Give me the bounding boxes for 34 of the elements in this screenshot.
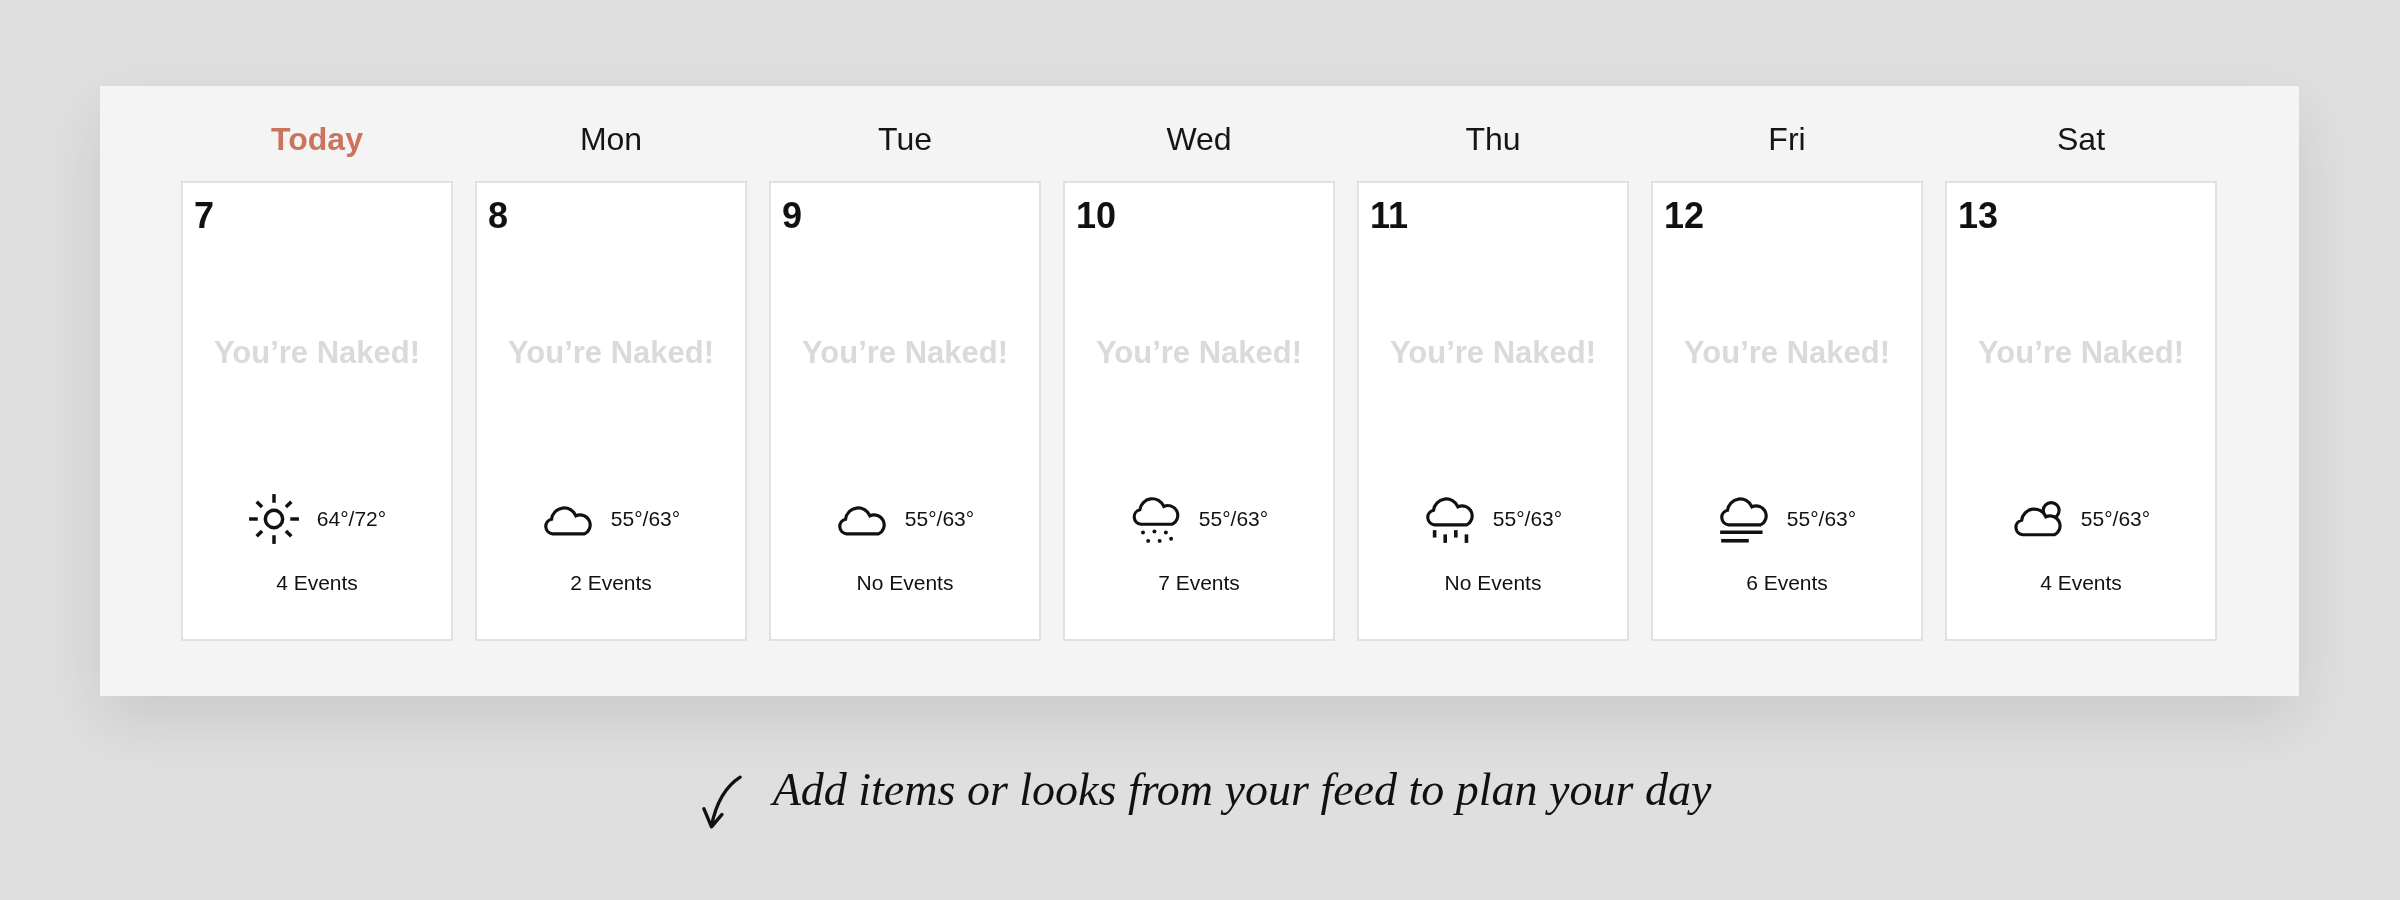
day-number: 11 [1370, 196, 1409, 236]
event-count: 4 Events [276, 570, 358, 596]
day-number: 9 [782, 196, 803, 236]
day-label: Fri [1768, 120, 1806, 159]
event-count: No Events [1444, 570, 1542, 596]
temperature: 64°/72° [316, 507, 387, 531]
cloud-sun-icon [2011, 499, 2064, 539]
temperature: 55°/63° [1492, 507, 1563, 531]
temperature: 55°/63° [2080, 507, 2151, 531]
day-number: 10 [1076, 196, 1117, 236]
day-label: Wed [1166, 120, 1232, 159]
temperature: 55°/63° [610, 507, 681, 531]
day-label: Mon [579, 120, 643, 159]
event-count: 2 Events [570, 570, 652, 596]
event-count: 4 Events [2040, 570, 2122, 596]
day-number: 8 [488, 196, 509, 236]
sun-icon [247, 493, 300, 545]
day-label: Thu [1465, 120, 1521, 159]
event-count: 6 Events [1746, 570, 1828, 596]
temperature: 55°/63° [1786, 507, 1857, 531]
cloud-rain-icon [1423, 494, 1476, 544]
event-count: 7 Events [1158, 570, 1240, 596]
hint-text: Add items or looks from your feed to plan your day [772, 762, 1712, 816]
event-count: No Events [856, 570, 954, 596]
temperature: 55°/63° [904, 507, 975, 531]
day-label: Sat [2057, 120, 2105, 159]
day-label: Today [271, 120, 363, 159]
arrow-icon [700, 774, 743, 830]
cloud-fog-icon [1717, 494, 1770, 544]
day-number: 12 [1664, 196, 1705, 236]
day-label: Tue [878, 120, 932, 159]
day-number: 7 [194, 196, 215, 236]
temperature: 55°/63° [1198, 507, 1269, 531]
day-number: 13 [1958, 196, 1999, 236]
